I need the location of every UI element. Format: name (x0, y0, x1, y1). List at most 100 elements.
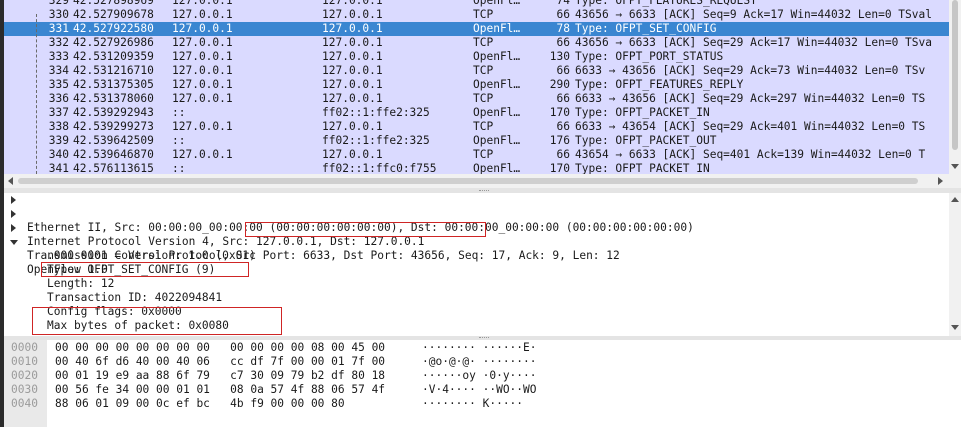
byte-hex[interactable]: 00 56 fe 34 00 00 01 01 08 0a 57 4f 88 0… (55, 383, 385, 397)
packet-dst-cell: 127.0.0.1 (322, 64, 383, 77)
scroll-down-arrow-icon[interactable] (951, 325, 959, 330)
detail-transaction-id[interactable]: Transaction ID: 4022094841 (47, 291, 222, 305)
detail-length[interactable]: Length: 12 (47, 277, 114, 291)
packet-dst-cell: 127.0.0.1 (322, 120, 383, 133)
byte-offset[interactable]: 0030 (11, 383, 38, 397)
packet-time-cell: 42.531375305 (73, 78, 154, 91)
byte-ascii[interactable]: ·V·4···· ··WO··WO (422, 383, 537, 397)
byte-hex[interactable]: 00 40 6f d6 40 00 40 06 cc df 7f 00 00 0… (55, 355, 385, 369)
byte-ascii[interactable]: ······oy ·0·y···· (422, 369, 537, 383)
byte-offset[interactable]: 0000 (11, 341, 38, 355)
byte-hex[interactable]: 00 01 19 e9 aa 88 6f 79 c7 30 09 79 b2 d… (55, 369, 385, 383)
packet-no-cell: 339 (48, 134, 69, 147)
detail-row-ethernet[interactable]: Ethernet II, Src: 00:00:00_00:00:00 (00:… (4, 193, 949, 234)
detail-row-openflow[interactable]: OpenFlow 1.0 (4, 235, 949, 276)
byte-ascii[interactable]: ·@o·@·@· ········ (422, 355, 537, 369)
tcp-ports: Src Port: 6633, Dst Port: 43656, (235, 249, 452, 262)
packet-src-cell: 127.0.0.1 (172, 0, 233, 7)
packet-src-cell: :: (172, 106, 186, 119)
packet-time-cell: 42.539292943 (73, 106, 154, 119)
detail-version[interactable]: .000 0001 = Version: 1.0 (0x01) (47, 249, 256, 263)
packet-time-cell: 42.531209359 (73, 50, 154, 63)
packet-row[interactable]: 334 42.531216710 127.0.0.1 127.0.0.1 TCP 66 66… (4, 64, 949, 78)
packet-row[interactable]: 337 42.539292943:: ff02::1:ffe2:325 OpenFl…… (4, 106, 949, 120)
expand-arrow-icon[interactable] (11, 210, 16, 218)
packet-info-cell: Type: OFPT_PACKET_OUT (575, 134, 717, 147)
detail-row-ip[interactable]: Internet Protocol Version 4, Src: 127.0.… (4, 207, 949, 248)
packet-list-scroll-thumb[interactable] (952, 0, 958, 150)
packet-dst-cell: 127.0.0.1 (322, 78, 383, 91)
highlight-box-type (41, 262, 249, 277)
packet-no-cell: 331 (48, 22, 69, 35)
packet-time-cell: 42.527922580 (73, 22, 154, 35)
packet-row[interactable]: 341 42.576113615:: ff02::1:ffc0:f755 OpenFl… (4, 162, 949, 174)
packet-time-cell: 42.527898969 (73, 0, 154, 7)
packet-len-cell: 74 (556, 0, 570, 7)
byte-offset[interactable]: 0010 (11, 355, 38, 369)
packet-info-cell: Type: OFPT_FEATURES_REQUEST (575, 0, 757, 7)
expand-arrow-icon[interactable] (11, 196, 16, 204)
horizontal-scroll-thumb[interactable] (18, 178, 918, 184)
packet-row[interactable]: 338 42.539299273 127.0.0.1 127.0.0.1 TCP 66 66… (4, 120, 949, 134)
packet-src-cell: 127.0.0.1 (172, 120, 233, 133)
packet-no-cell: 335 (48, 78, 69, 91)
packet-dst-cell: 127.0.0.1 (322, 22, 383, 35)
packet-src-cell: 127.0.0.1 (172, 22, 233, 35)
packet-time-cell: 42.576113615 (73, 162, 154, 174)
packet-no-cell: 334 (48, 64, 69, 77)
packet-info-cell: Type: OFPT_FEATURES_REPLY (575, 78, 744, 91)
splitter-grip-icon (479, 190, 489, 192)
packet-row[interactable]: 330 42.527909678 127.0.0.1 127.0.0.1 TCP 66 43… (4, 8, 949, 22)
packet-time-cell: 42.539642509 (73, 134, 154, 147)
byte-hex[interactable]: 88 06 01 09 00 0c ef bc 4b f9 00 00 00 8… (55, 397, 345, 411)
packet-time-cell: 42.531216710 (73, 64, 154, 77)
packet-no-cell: 340 (48, 148, 69, 161)
scroll-down-arrow-icon[interactable] (951, 164, 959, 169)
packet-len-cell: 130 (549, 50, 570, 63)
collapse-arrow-icon[interactable] (10, 240, 18, 245)
packet-time-cell: 42.539646870 (73, 148, 154, 161)
packet-dst-cell: 127.0.0.1 (322, 8, 383, 21)
packet-no-cell: 332 (48, 36, 69, 49)
packet-time-cell: 42.531378060 (73, 92, 154, 105)
packet-list-horizontal-scrollbar[interactable] (4, 174, 949, 188)
packet-len-cell: 170 (549, 106, 570, 119)
packet-dst-cell: 127.0.0.1 (322, 0, 383, 7)
packet-dst-cell: 127.0.0.1 (322, 50, 383, 63)
packet-len-cell: 66 (556, 120, 570, 133)
expand-arrow-icon[interactable] (11, 224, 16, 232)
packet-info-cell: 6633 → 43656 [ACK] Seq=29 Ack=73 Win=440… (575, 64, 926, 77)
byte-offset[interactable]: 0040 (11, 397, 38, 411)
highlight-box-config (32, 307, 282, 335)
packet-row[interactable]: 329 42.527898969 127.0.0.1 127.0.0.1 OpenFl…… (4, 0, 949, 8)
packet-src-cell: 127.0.0.1 (172, 8, 233, 21)
packet-dst-cell: 127.0.0.1 (322, 148, 383, 161)
packet-info-cell: Type: OFPT_PACKET_IN (575, 106, 710, 119)
byte-ascii[interactable]: ········ K····· (422, 397, 523, 411)
packet-list-vertical-scrollbar[interactable] (949, 0, 961, 174)
packet-len-cell: 66 (556, 148, 570, 161)
packet-no-cell: 330 (48, 8, 69, 21)
byte-hex[interactable]: 00 00 00 00 00 00 00 00 00 00 00 00 08 0… (55, 341, 385, 355)
packet-dst-cell: ff02::1:ffe2:325 (322, 106, 430, 119)
packet-row[interactable]: 335 42.531375305 127.0.0.1 127.0.0.1 OpenFl…… (4, 78, 949, 92)
byte-ascii[interactable]: ········ ······E· (422, 341, 537, 355)
packet-time-cell: 42.539299273 (73, 120, 154, 133)
packet-row[interactable]: 332 42.527926986 127.0.0.1 127.0.0.1 TCP 66 43… (4, 36, 949, 50)
packet-no-cell: 337 (48, 106, 69, 119)
scroll-left-arrow-icon[interactable] (8, 177, 13, 185)
scroll-up-arrow-icon[interactable] (951, 197, 959, 202)
packet-info-cell: Type: OFPT_SET_CONFIG (575, 22, 717, 35)
scroll-right-arrow-icon[interactable] (938, 177, 943, 185)
packet-details-pane[interactable]: Ethernet II, Src: 00:00:00_00:00:00 (00:… (4, 193, 949, 336)
packet-row-selected[interactable]: 331 42.527922580 127.0.0.1 127.0.0.1 OpenFl…… (4, 22, 949, 36)
packet-row[interactable]: 336 42.531378060 127.0.0.1 127.0.0.1 TCP 66 66… (4, 92, 949, 106)
packet-list[interactable]: 329 42.527898969 127.0.0.1 127.0.0.1 OpenFl…… (4, 0, 949, 174)
details-vertical-scrollbar[interactable] (949, 193, 961, 336)
packet-row[interactable]: 340 42.539646870 127.0.0.1 127.0.0.1 TCP 66 43… (4, 148, 949, 162)
packet-bytes-pane[interactable]: 0000 00 00 00 00 00 00 00 00 00 00 00 00 … (4, 340, 961, 427)
packet-row[interactable]: 333 42.531209359 127.0.0.1 127.0.0.1 OpenFl…… (4, 50, 949, 64)
packet-row[interactable]: 339 42.539642509:: ff02::1:ffe2:325 OpenFl…… (4, 134, 949, 148)
byte-offset[interactable]: 0020 (11, 369, 38, 383)
packet-dst-cell: 127.0.0.1 (322, 92, 383, 105)
